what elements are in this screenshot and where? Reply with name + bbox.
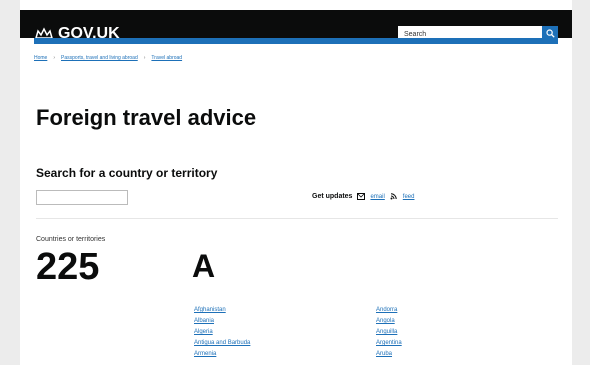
country-link[interactable]: Albania [194, 317, 250, 326]
country-link[interactable]: Argentina [376, 339, 402, 348]
email-link[interactable]: email [370, 194, 384, 200]
country-search-heading: Search for a country or territory [36, 166, 218, 180]
country-count-value: 225 [36, 246, 100, 288]
breadcrumb-passports[interactable]: Passports, travel and living abroad [61, 55, 138, 61]
search-placeholder: Search [404, 30, 427, 38]
feed-icon [390, 193, 398, 200]
country-link[interactable]: Aruba [376, 350, 402, 359]
breadcrumb-home[interactable]: Home [34, 55, 47, 61]
feed-link[interactable]: feed [403, 194, 415, 200]
country-list-right: Andorra Angola Anguilla Argentina Aruba [376, 306, 402, 359]
country-search-input[interactable] [36, 190, 128, 205]
get-updates: Get updates email feed [312, 193, 414, 200]
breadcrumb-separator: › [143, 55, 146, 61]
page-title: Foreign travel advice [36, 105, 257, 130]
breadcrumb-travel-abroad[interactable]: Travel abroad [151, 55, 182, 61]
site-header: GOV.UK Search [20, 10, 572, 42]
country-list-left: Afghanistan Albania Algeria Antigua and … [194, 306, 250, 359]
email-icon [357, 193, 366, 200]
breadcrumb: Home › Passports, travel and living abro… [34, 55, 182, 61]
country-link[interactable]: Anguilla [376, 328, 402, 337]
section-divider [36, 218, 558, 219]
country-link[interactable]: Armenia [194, 350, 250, 359]
country-count-label: Countries or territories [36, 236, 106, 243]
country-link[interactable]: Andorra [376, 306, 402, 315]
page-container: GOV.UK Search Home › Passports, travel a… [20, 0, 572, 365]
country-link[interactable]: Angola [376, 317, 402, 326]
country-link[interactable]: Afghanistan [194, 306, 250, 315]
letter-heading: A [192, 248, 216, 284]
breadcrumb-separator: › [53, 55, 56, 61]
country-link[interactable]: Antigua and Barbuda [194, 339, 250, 348]
header-accent-bar [34, 38, 558, 44]
get-updates-label: Get updates [312, 193, 353, 200]
country-link[interactable]: Algeria [194, 328, 250, 337]
